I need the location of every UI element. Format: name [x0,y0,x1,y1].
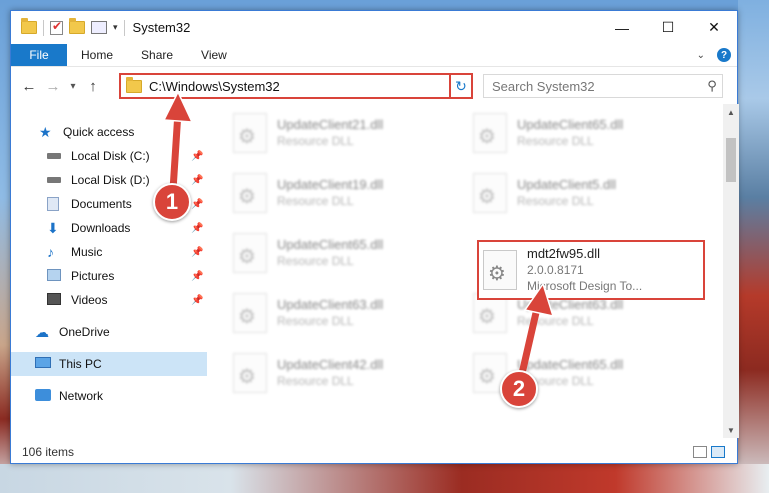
step-badge-1: 1 [153,183,191,221]
step-badge-2: 2 [500,370,538,408]
annotation-arrow-2 [517,282,555,382]
annotation-overlay [162,90,555,382]
annotation-arrow-1 [162,90,194,194]
